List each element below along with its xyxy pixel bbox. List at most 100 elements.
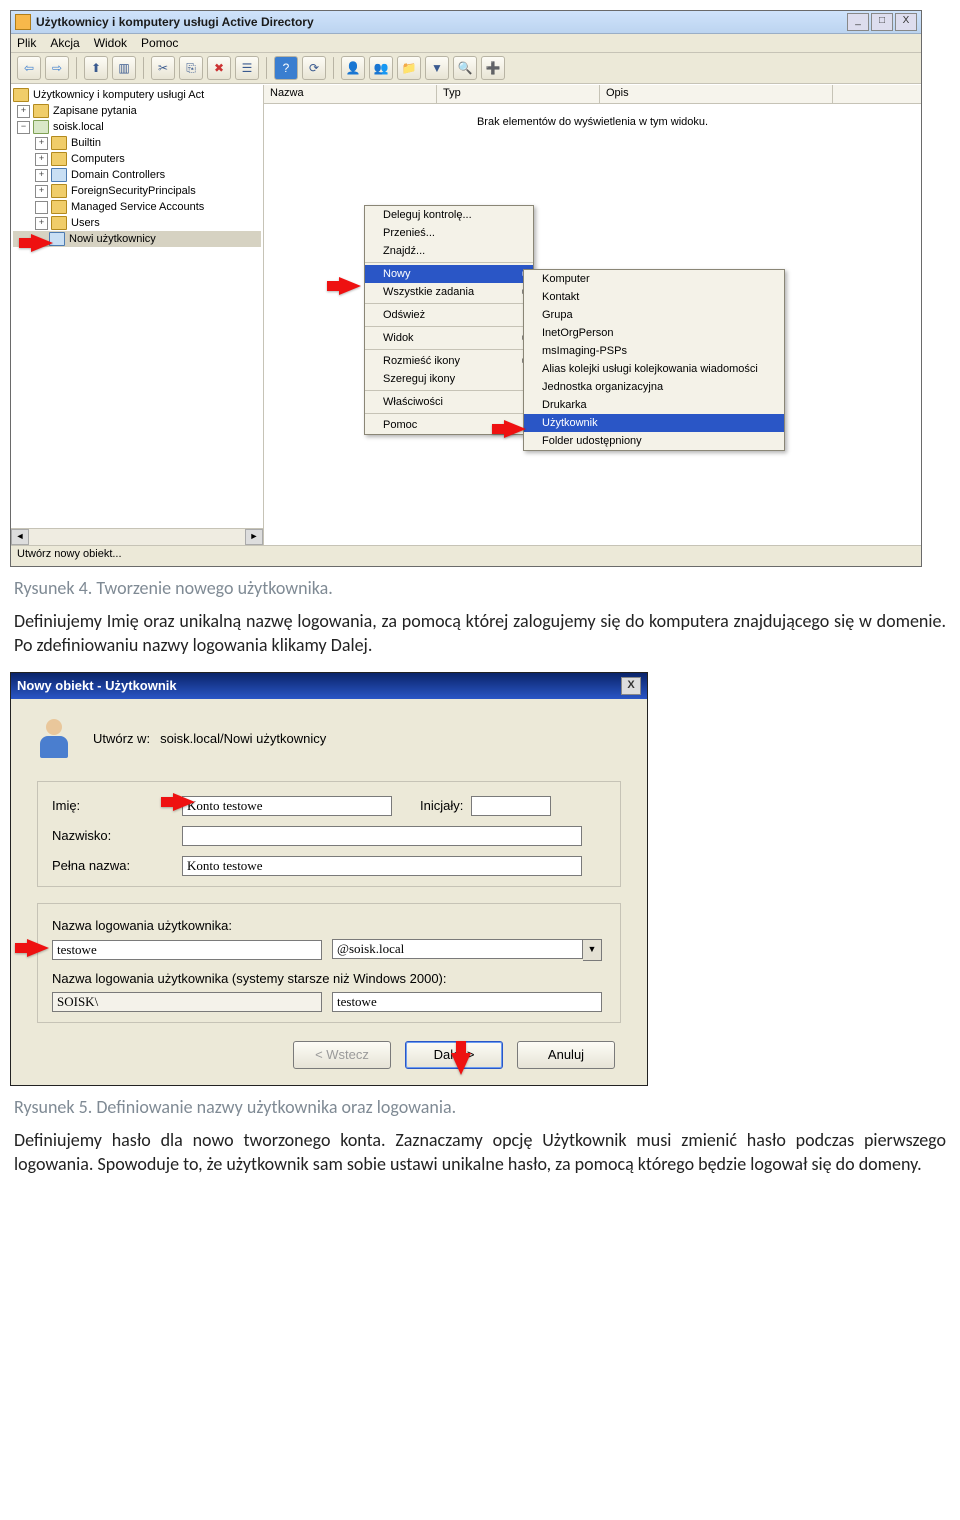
back-button[interactable]: < Wstecz (293, 1041, 391, 1069)
callout-arrow-icon (31, 234, 53, 252)
tree-saved-queries[interactable]: + Zapisane pytania (13, 103, 261, 119)
sub-inetorgperson[interactable]: InetOrgPerson (524, 324, 784, 342)
menu-action[interactable]: Akcja (50, 36, 79, 50)
tree-label: Managed Service Accounts (71, 199, 204, 215)
window-title: Użytkownicy i komputery usługi Active Di… (36, 15, 847, 29)
tree-label: Computers (71, 151, 125, 167)
ctx-refresh[interactable]: Odśwież (365, 306, 533, 324)
nav-back-icon[interactable]: ⇦ (17, 56, 41, 80)
tree-scrollbar[interactable]: ◄ ► (11, 528, 263, 545)
sub-msmq-alias[interactable]: Alias kolejki usługi kolejkowania wiadom… (524, 360, 784, 378)
logon-pre2000-label: Nazwa logowania użytkownika (systemy sta… (52, 971, 606, 986)
sub-msimaging[interactable]: msImaging-PSPs (524, 342, 784, 360)
ctx-sort[interactable]: Szereguj ikony (365, 370, 533, 388)
ad-console-window: Użytkownicy i komputery usługi Active Di… (10, 10, 922, 567)
tree-label: Domain Controllers (71, 167, 165, 183)
new-user-dialog: Nowy obiekt - Użytkownik X Utwórz w: soi… (10, 672, 648, 1086)
chevron-down-icon[interactable]: ▼ (583, 939, 602, 961)
find-icon[interactable]: 🔍 (453, 56, 477, 80)
initials-input[interactable] (471, 796, 551, 816)
refresh-icon[interactable]: ⟳ (302, 56, 326, 80)
domain-suffix-combo[interactable]: ▼ (332, 939, 602, 961)
new-user-icon[interactable]: 👤 (341, 56, 365, 80)
tree-foreign-security[interactable]: + ForeignSecurityPrincipals (13, 183, 261, 199)
menu-help[interactable]: Pomoc (141, 36, 178, 50)
sub-user[interactable]: Użytkownik (524, 414, 784, 432)
col-type[interactable]: Typ (437, 85, 600, 103)
sub-computer[interactable]: Komputer (524, 270, 784, 288)
scroll-left-icon[interactable]: ◄ (11, 529, 29, 545)
tree-domain[interactable]: − soisk.local (13, 119, 261, 135)
ctx-arrange[interactable]: Rozmieść ikony (365, 352, 533, 370)
separator (76, 57, 77, 79)
column-headers: Nazwa Typ Opis (264, 85, 921, 104)
dialog-titlebar[interactable]: Nowy obiekt - Użytkownik X (11, 673, 647, 699)
logon-group: Nazwa logowania użytkownika: ▼ Nazwa log… (37, 903, 621, 1023)
tree-managed-accounts[interactable]: Managed Service Accounts (13, 199, 261, 215)
ctx-move[interactable]: Przenieś... (365, 224, 533, 242)
initials-label: Inicjały: (420, 798, 463, 813)
tree-builtin[interactable]: + Builtin (13, 135, 261, 151)
submenu-new: Komputer Kontakt Grupa InetOrgPerson msI… (523, 269, 785, 451)
ctx-view[interactable]: Widok (365, 329, 533, 347)
tree-computers[interactable]: + Computers (13, 151, 261, 167)
scroll-right-icon[interactable]: ► (245, 529, 263, 545)
ctx-find[interactable]: Znajdź... (365, 242, 533, 260)
nav-forward-icon[interactable]: ⇨ (45, 56, 69, 80)
menubar: Plik Akcja Widok Pomoc (11, 34, 921, 53)
tree-root-label: Użytkownicy i komputery usługi Act (33, 87, 204, 103)
tree-domain-controllers[interactable]: + Domain Controllers (13, 167, 261, 183)
full-name-input[interactable] (182, 856, 582, 876)
dialog-title: Nowy obiekt - Użytkownik (17, 678, 177, 693)
properties-icon[interactable]: ☰ (235, 56, 259, 80)
sam-account-input[interactable] (332, 992, 602, 1012)
sub-contact[interactable]: Kontakt (524, 288, 784, 306)
maximize-button[interactable]: □ (871, 13, 893, 31)
show-tree-icon[interactable]: ▥ (112, 56, 136, 80)
col-desc[interactable]: Opis (600, 85, 833, 103)
sub-shared-folder[interactable]: Folder udostępniony (524, 432, 784, 450)
close-button[interactable]: X (895, 13, 917, 31)
cancel-button[interactable]: Anuluj (517, 1041, 615, 1069)
ctx-all-tasks[interactable]: Wszystkie zadania (365, 283, 533, 301)
last-name-input[interactable] (182, 826, 582, 846)
tree-label: Users (71, 215, 100, 231)
logon-name-input[interactable] (52, 940, 322, 960)
menu-file[interactable]: Plik (17, 36, 36, 50)
col-name[interactable]: Nazwa (264, 85, 437, 103)
menu-view[interactable]: Widok (94, 36, 127, 50)
callout-arrow-icon (504, 420, 526, 438)
figure-caption-5: Rysunek 5. Definiowanie nazwy użytkownik… (14, 1096, 950, 1118)
copy-icon[interactable]: ⎘ (179, 56, 203, 80)
new-ou-icon[interactable]: 📁 (397, 56, 421, 80)
netbios-domain-input (52, 992, 322, 1012)
cut-icon[interactable]: ✂ (151, 56, 175, 80)
list-pane: Nazwa Typ Opis Brak elementów do wyświet… (264, 85, 921, 545)
callout-arrow-icon (27, 939, 49, 957)
toolbar: ⇦ ⇨ ⬆ ▥ ✂ ⎘ ✖ ☰ ? ⟳ 👤 👥 📁 ▼ 🔍 ➕ (11, 53, 921, 84)
tree-label: Zapisane pytania (53, 103, 137, 119)
tree-users[interactable]: + Users (13, 215, 261, 231)
add-to-group-icon[interactable]: ➕ (481, 56, 505, 80)
ctx-new[interactable]: Nowy (365, 265, 533, 283)
domain-suffix-value[interactable] (332, 939, 583, 959)
ctx-delegate[interactable]: Deleguj kontrolę... (365, 206, 533, 224)
first-name-input[interactable] (182, 796, 392, 816)
ctx-properties[interactable]: Właściwości (365, 393, 533, 411)
help-icon[interactable]: ? (274, 56, 298, 80)
callout-arrow-icon (339, 277, 361, 295)
titlebar[interactable]: Użytkownicy i komputery usługi Active Di… (11, 11, 921, 34)
sub-printer[interactable]: Drukarka (524, 396, 784, 414)
tree-pane[interactable]: Użytkownicy i komputery usługi Act + Zap… (11, 85, 264, 545)
tree-label: ForeignSecurityPrincipals (71, 183, 196, 199)
dialog-close-button[interactable]: X (621, 677, 641, 695)
tree-root[interactable]: Użytkownicy i komputery usługi Act (13, 87, 261, 103)
filter-icon[interactable]: ▼ (425, 56, 449, 80)
delete-icon[interactable]: ✖ (207, 56, 231, 80)
up-icon[interactable]: ⬆ (84, 56, 108, 80)
sub-ou[interactable]: Jednostka organizacyjna (524, 378, 784, 396)
sub-group[interactable]: Grupa (524, 306, 784, 324)
empty-list-text: Brak elementów do wyświetlenia w tym wid… (264, 116, 921, 128)
new-group-icon[interactable]: 👥 (369, 56, 393, 80)
minimize-button[interactable]: _ (847, 13, 869, 31)
